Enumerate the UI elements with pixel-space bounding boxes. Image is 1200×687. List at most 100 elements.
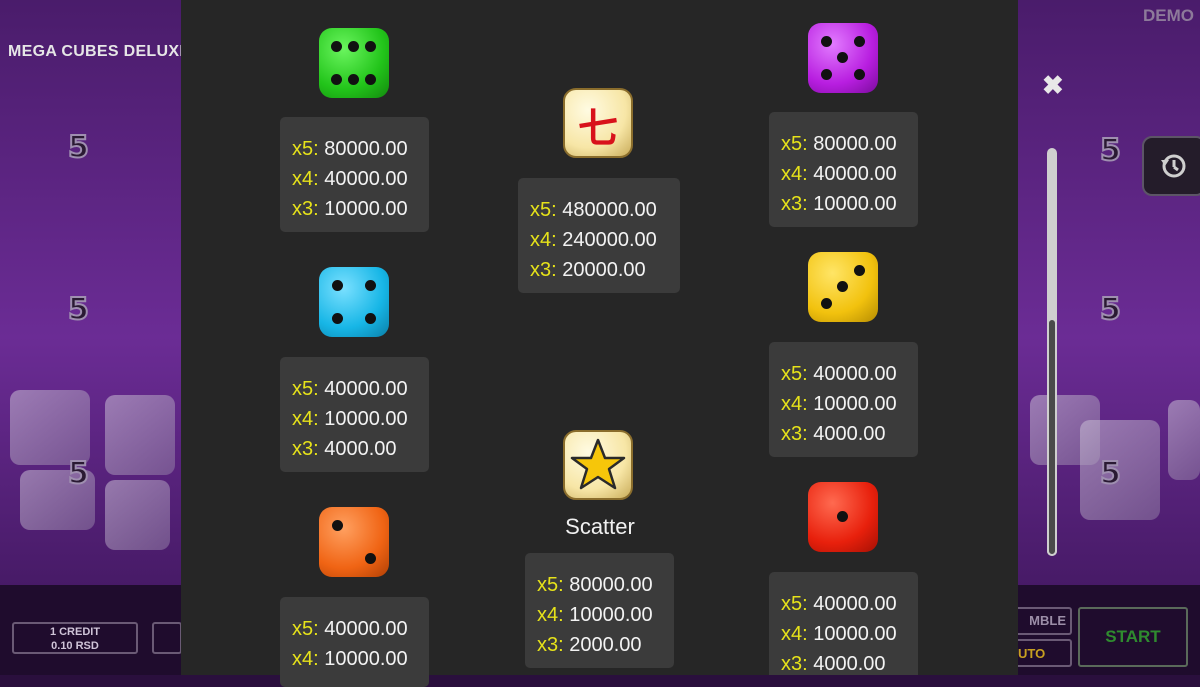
payline-x4: x4: 40000.00 [781,163,897,186]
die-pip [332,520,343,531]
payout-value: 40000.00 [813,593,897,615]
payout-value: 10000.00 [569,604,653,626]
multiplier-label: x3: [781,423,808,445]
paytable-scatter: x5: 80000.00 x4: 10000.00 x3: 2000.00 [525,553,674,668]
multiplier-label: x4: [292,168,319,190]
reel-number: 5 [1099,291,1122,328]
payline-x3: x3: 20000.00 [530,259,646,282]
multiplier-label: x5: [292,618,319,640]
multiplier-label: x5: [530,199,557,221]
multiplier-label: x5: [292,378,319,400]
payline-x4: x4: 240000.00 [530,229,657,252]
payline-x4: x4: 10000.00 [292,648,408,671]
reel-area-right [1018,0,1200,675]
scrollbar-thumb[interactable] [1047,318,1057,556]
bet-button[interactable] [152,622,182,654]
multiplier-label: x3: [781,193,808,215]
payline-x3: x3: 4000.00 [781,423,886,446]
die-pip [348,41,359,52]
payline-x4: x4: 10000.00 [781,623,897,646]
payout-value: 10000.00 [813,623,897,645]
payout-value: 4000.00 [324,438,397,460]
die-pip [365,74,376,85]
payout-value: 4000.00 [813,653,886,675]
die-pip [331,74,342,85]
payout-value: 4000.00 [813,423,886,445]
star-icon [570,438,626,490]
seven-tile-icon: 七 [563,88,633,158]
reel-number: 5 [67,129,90,166]
reel-number: 5 [67,455,90,492]
credit-display[interactable]: 1 CREDIT 0.10 RSD [12,622,138,654]
die-pip [365,553,376,564]
die-pip [854,36,865,47]
payout-value: 10000.00 [324,198,408,220]
paytable-orange-die: x5: 40000.00 x4: 10000.00 [280,597,429,687]
multiplier-label: x5: [781,363,808,385]
multiplier-label: x4: [781,163,808,185]
gamble-button[interactable]: MBLE [1018,607,1072,635]
multiplier-label: x4: [537,604,564,626]
scatter-label: Scatter [565,514,635,539]
die-pip [332,313,343,324]
paytable-green-die: x5: 80000.00 x4: 40000.00 x3: 10000.00 [280,117,429,232]
start-button[interactable]: START [1078,607,1188,667]
multiplier-label: x4: [530,229,557,251]
multiplier-label: x3: [292,438,319,460]
paytable-blue-die: x5: 40000.00 x4: 10000.00 x3: 4000.00 [280,357,429,472]
payout-value: 20000.00 [562,259,646,281]
red-die-icon [808,482,878,552]
paytable-purple-die: x5: 80000.00 x4: 40000.00 x3: 10000.00 [769,112,918,227]
reel-number: 5 [1099,455,1122,492]
credit-label: 1 CREDIT [49,626,101,638]
payout-value: 40000.00 [324,168,408,190]
payout-value: 10000.00 [813,193,897,215]
die-pip [365,280,376,291]
die-pip [837,511,848,522]
multiplier-label: x3: [530,259,557,281]
history-icon [1161,154,1186,178]
die-pip [821,298,832,309]
payout-value: 40000.00 [324,378,408,400]
autoplay-button[interactable]: UTO [1018,639,1072,667]
die-pip [348,74,359,85]
scatter-star-icon [563,430,633,500]
payline-x3: x3: 10000.00 [292,198,408,221]
payline-x5: x5: 40000.00 [781,593,897,616]
die-pip [837,281,848,292]
payline-x3: x3: 2000.00 [537,634,642,657]
multiplier-label: x5: [537,574,564,596]
close-icon[interactable]: ✖ [1042,72,1064,98]
background-die [10,390,90,465]
payout-value: 80000.00 [813,133,897,155]
multiplier-label: x4: [292,408,319,430]
die-pip [332,280,343,291]
multiplier-label: x5: [292,138,319,160]
seven-glyph: 七 [578,106,618,152]
multiplier-label: x4: [781,623,808,645]
payout-value: 2000.00 [569,634,642,656]
background-die [105,395,175,475]
payline-x3: x3: 4000.00 [292,438,397,461]
background-die [1168,400,1200,480]
payline-x5: x5: 40000.00 [781,363,897,386]
die-pip [365,41,376,52]
payline-x4: x4: 10000.00 [537,604,653,627]
paytable-seven: x5: 480000.00 x4: 240000.00 x3: 20000.00 [518,178,680,293]
multiplier-label: x4: [292,648,319,670]
die-pip [365,313,376,324]
multiplier-label: x5: [781,133,808,155]
paytable-red-die: x5: 40000.00 x4: 10000.00 x3: 4000.00 [769,572,918,675]
die-pip [854,69,865,80]
payout-value: 240000.00 [562,229,657,251]
reel-area-left [0,0,181,675]
payline-x5: x5: 40000.00 [292,618,408,641]
payout-value: 40000.00 [324,618,408,640]
multiplier-label: x4: [781,393,808,415]
history-button[interactable] [1142,136,1200,196]
payline-x3: x3: 10000.00 [781,193,897,216]
payout-value: 80000.00 [324,138,408,160]
payout-value: 10000.00 [324,648,408,670]
payout-value: 10000.00 [813,393,897,415]
payline-x5: x5: 40000.00 [292,378,408,401]
